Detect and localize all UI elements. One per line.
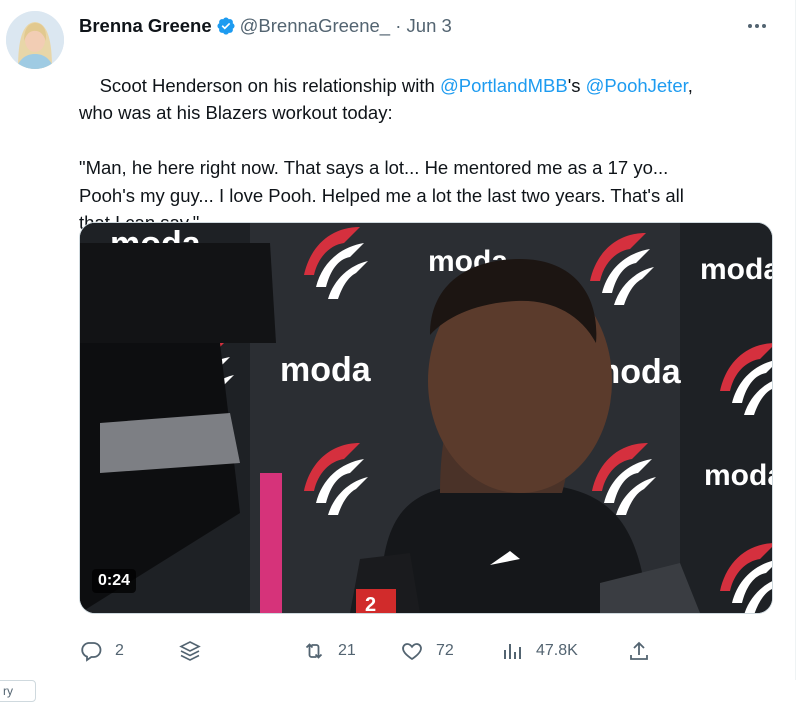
video-player[interactable]: moda moda moda moda moda moda 2	[79, 222, 773, 614]
tweet-article[interactable]: Brenna Greene @BrennaGreene_ · Jun 3 Scoo…	[0, 0, 796, 680]
share-button[interactable]	[627, 633, 651, 669]
tweet-text-part: Scoot Henderson on his relationship with	[99, 74, 440, 96]
verified-badge-icon	[216, 16, 236, 36]
like-count: 72	[436, 642, 454, 659]
more-options-button[interactable]	[745, 14, 775, 38]
layers-icon	[179, 641, 201, 661]
author-name[interactable]: Brenna Greene	[79, 15, 212, 36]
tweet-date[interactable]: Jun 3	[407, 15, 452, 36]
tweet-header: Brenna Greene @BrennaGreene_ · Jun 3	[79, 14, 452, 38]
views-count: 47.8K	[536, 642, 578, 659]
share-upload-icon	[630, 641, 648, 660]
avatar-portrait-image	[6, 11, 64, 69]
views-button[interactable]: 47.8K	[500, 633, 578, 669]
author-avatar[interactable]	[6, 11, 64, 69]
video-duration-badge: 0:24	[92, 569, 137, 593]
tweet-action-bar: 2 21 72 47.8K	[0, 633, 795, 669]
retweet-icon	[305, 643, 323, 659]
reply-icon	[81, 642, 102, 662]
backdrop-logo-text: moda	[280, 351, 372, 389]
tweet-text-part: 's	[567, 74, 586, 96]
video-frame-image: moda moda moda moda moda moda 2	[80, 223, 772, 613]
like-button[interactable]: 72	[400, 633, 454, 669]
header-separator: ·	[395, 15, 402, 36]
retweet-button[interactable]: 21	[302, 633, 356, 669]
mention-link-portlandmbb[interactable]: @PortlandMBB	[440, 75, 568, 96]
mention-link-poohjeter[interactable]: @PoohJeter	[586, 75, 688, 96]
grok-analyze-button[interactable]	[178, 633, 202, 669]
tweet-text-part: , who was at his Blazers workout today: …	[79, 74, 693, 234]
heart-icon	[402, 643, 422, 661]
author-handle[interactable]: @BrennaGreene_	[240, 15, 390, 36]
reply-count: 2	[115, 642, 124, 659]
partial-sidebar-fragment: ry	[0, 680, 36, 702]
reply-button[interactable]: 2	[79, 633, 124, 669]
backdrop-logo-text: moda	[700, 253, 772, 286]
news-mic-badge-number: 2	[365, 594, 376, 613]
more-dots-icon	[748, 24, 766, 28]
backdrop-logo-text: moda	[704, 459, 772, 492]
analytics-bars-icon	[504, 644, 521, 659]
retweet-count: 21	[338, 642, 356, 659]
